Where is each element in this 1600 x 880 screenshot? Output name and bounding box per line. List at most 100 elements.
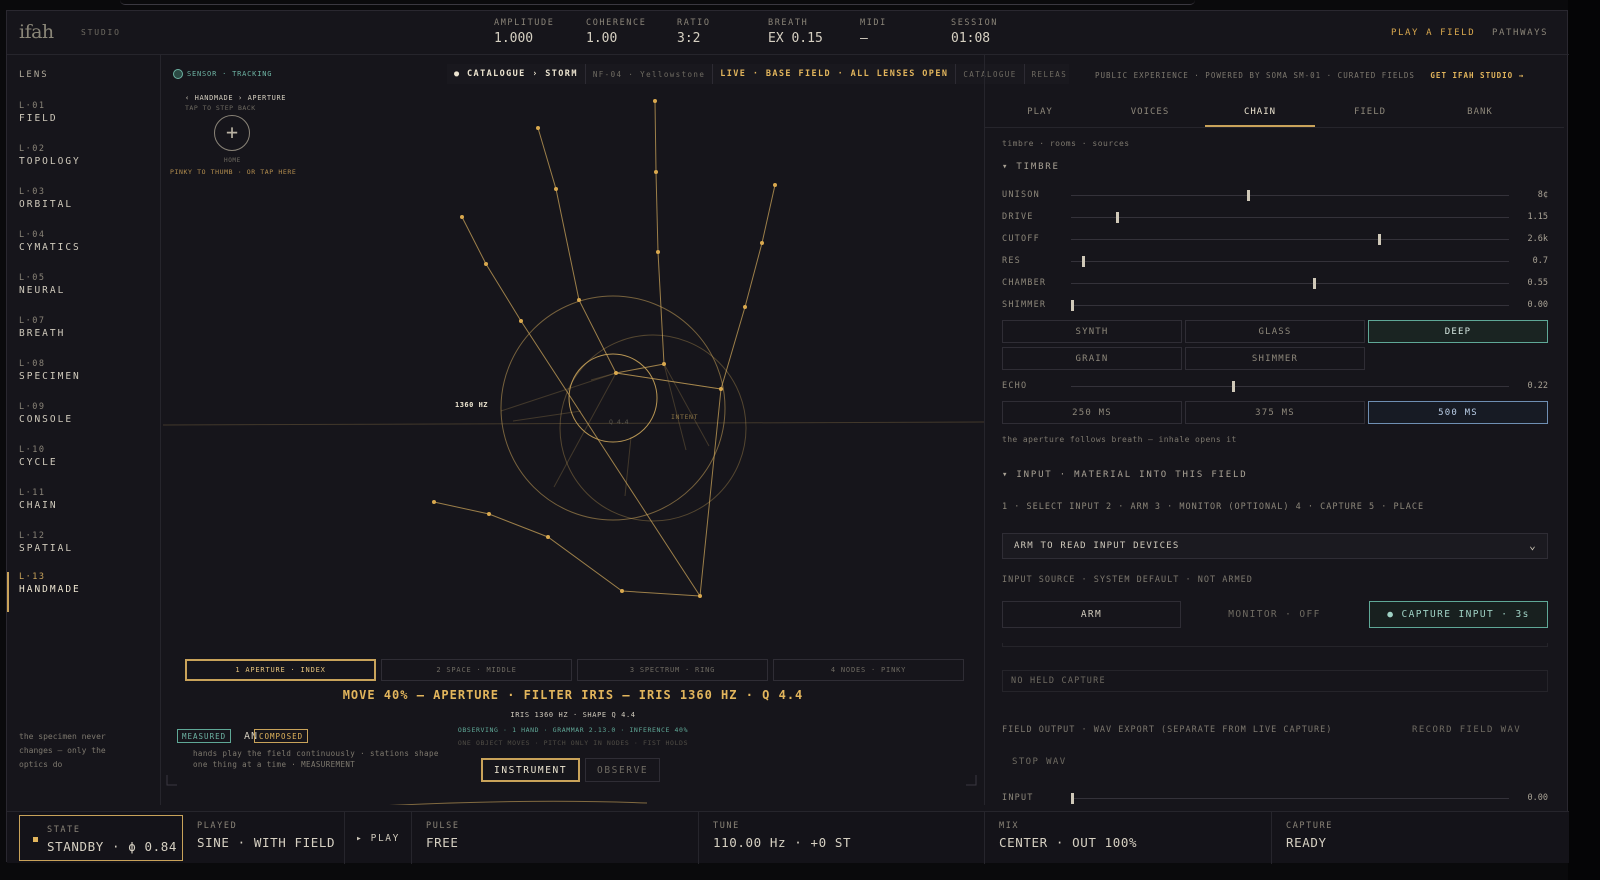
tune-cell[interactable]: TUNE 110.00 Hz · +0 ST — [699, 812, 985, 864]
mode-tab-aperture[interactable]: 1 APERTURE · INDEX — [185, 659, 376, 681]
slider-track[interactable] — [1071, 278, 1509, 289]
slider-track[interactable] — [1071, 234, 1509, 245]
lens-item-chain[interactable]: L·11 CHAIN — [7, 488, 161, 528]
slider-thumb[interactable] — [1231, 381, 1235, 392]
lens-item-breath[interactable]: L·07 BREATH — [7, 316, 161, 356]
input-heading[interactable]: ▾ INPUT · MATERIAL INTO THIS FIELD — [1002, 470, 1247, 480]
record-wav-button[interactable]: RECORD FIELD WAV — [1412, 725, 1521, 735]
composed-badge[interactable]: COMPOSED — [254, 729, 309, 743]
slider-unison[interactable]: UNISON 8¢ — [1002, 189, 1548, 203]
tab-field[interactable]: FIELD — [1315, 101, 1425, 127]
metric-value: 1.000 — [494, 31, 534, 46]
slider-label: INPUT — [1002, 793, 1034, 803]
measured-badge[interactable]: MEASURED — [177, 729, 232, 743]
lens-item-orbital[interactable]: L·03 ORBITAL — [7, 187, 161, 227]
observe-button[interactable]: OBSERVE — [585, 758, 661, 782]
mode-tab-space[interactable]: 2 SPACE · MIDDLE — [381, 659, 572, 681]
lens-item-neural[interactable]: L·05 NEURAL — [7, 273, 161, 313]
aperture-note: the aperture follows breath — inhale ope… — [1002, 435, 1237, 444]
slider-cutoff[interactable]: CUTOFF 2.6k — [1002, 233, 1548, 247]
lens-item-handmade[interactable]: L·13 HANDMADE — [7, 572, 161, 612]
mode-tab-nodes[interactable]: 4 NODES · PINKY — [773, 659, 964, 681]
slider-shimmer[interactable]: SHIMMER 0.00 — [1002, 299, 1548, 313]
metric-breath: BREATH EX 0.15 — [768, 18, 823, 46]
breadcrumb[interactable]: ‹ HANDMADE › APERTURE — [185, 94, 286, 102]
pinky-hint[interactable]: PINKY TO THUMB · OR TAP HERE — [170, 168, 296, 176]
slider-thumb[interactable] — [1247, 190, 1251, 201]
slider-track[interactable] — [1071, 381, 1509, 392]
slider-track[interactable] — [1071, 793, 1509, 804]
slider-res[interactable]: RES 0.7 — [1002, 255, 1548, 269]
slider-thumb[interactable] — [1071, 300, 1074, 311]
lens-item-field[interactable]: L·01 FIELD — [7, 101, 161, 141]
slider-track[interactable] — [1071, 212, 1509, 223]
level-meter — [1002, 643, 1548, 647]
metric-label: BREATH — [768, 18, 809, 28]
tab-chain[interactable]: CHAIN — [1205, 101, 1315, 127]
echo-250[interactable]: 250 MS — [1002, 401, 1182, 424]
slider-label: RES — [1002, 256, 1021, 266]
mix-cell[interactable]: MIX CENTER · OUT 100% — [985, 812, 1272, 864]
slider-value: 2.6k — [1527, 234, 1548, 244]
slider-thumb[interactable] — [1116, 212, 1120, 223]
slider-track[interactable] — [1071, 256, 1509, 267]
voice-glass[interactable]: GLASS — [1185, 320, 1365, 343]
slider-label: UNISON — [1002, 190, 1040, 200]
slider-thumb[interactable] — [1081, 256, 1085, 267]
sensor-text: SENSOR · TRACKING — [187, 70, 273, 78]
pulse-cell[interactable]: PULSE FREE — [412, 812, 699, 864]
arm-select[interactable]: ARM TO READ INPUT DEVICES ⌄ — [1002, 533, 1548, 559]
catalogue-path[interactable]: ● CATALOGUE › STORM — [447, 64, 586, 84]
state-indicator-icon — [33, 837, 38, 842]
capture-cell[interactable]: CAPTURE READY — [1272, 812, 1569, 864]
slider-thumb[interactable] — [1313, 278, 1317, 289]
play-a-field-link[interactable]: PLAY A FIELD — [1391, 28, 1475, 38]
voice-synth[interactable]: SYNTH — [1002, 320, 1182, 343]
voice-shimmer[interactable]: SHIMMER — [1185, 347, 1365, 370]
slider-thumb[interactable] — [1378, 234, 1382, 245]
monitor-toggle[interactable]: MONITOR · OFF — [1185, 601, 1364, 628]
timbre-heading[interactable]: ▾ TIMBRE — [1002, 162, 1060, 172]
lens-item-cycle[interactable]: L·10 CYCLE — [7, 445, 161, 485]
lens-item-specimen[interactable]: L·08 SPECIMEN — [7, 359, 161, 399]
stop-wav-button[interactable]: STOP WAV — [1012, 757, 1067, 767]
echo-500[interactable]: 500 MS — [1368, 401, 1548, 424]
home-button[interactable]: + — [214, 115, 250, 151]
lens-item-topology[interactable]: L·02 TOPOLOGY — [7, 144, 161, 184]
voice-deep[interactable]: DEEP — [1368, 320, 1548, 343]
state-value: STANDBY · ϕ 0.84 — [47, 839, 178, 854]
slider-drive[interactable]: DRIVE 1.15 — [1002, 211, 1548, 225]
arm-button[interactable]: ARM — [1002, 601, 1181, 628]
lens-sidebar: LENS L·01 FIELD L·02 TOPOLOGY L·03 ORBIT… — [7, 55, 161, 805]
lens-item-console[interactable]: L·09 CONSOLE — [7, 402, 161, 442]
state-cell[interactable]: STATE STANDBY · ϕ 0.84 — [19, 815, 183, 861]
instrument-button[interactable]: INSTRUMENT — [481, 758, 581, 782]
slider-thumb[interactable] — [1071, 793, 1074, 804]
mode-tab-spectrum[interactable]: 3 SPECTRUM · RING — [577, 659, 768, 681]
slider-echo[interactable]: ECHO 0.22 — [1002, 380, 1548, 394]
slider-track[interactable] — [1071, 190, 1509, 201]
slider-track[interactable] — [1071, 300, 1509, 311]
metric-value: — — [860, 31, 868, 46]
slider-label: CHAMBER — [1002, 278, 1047, 288]
play-button[interactable]: ▸ PLAY — [345, 812, 412, 864]
pathways-link[interactable]: PATHWAYS — [1492, 28, 1548, 38]
tab-bank[interactable]: BANK — [1425, 101, 1535, 127]
lens-item-spatial[interactable]: L·12 SPATIAL — [7, 531, 161, 571]
capture-input-button[interactable]: ● CAPTURE INPUT · 3s — [1369, 601, 1548, 628]
sub-nav[interactable]: timbre · rooms · sources — [1002, 139, 1130, 148]
tab-play[interactable]: PLAY — [985, 101, 1095, 127]
lens-num: L·08 — [19, 359, 46, 369]
metric-value: 3:2 — [677, 31, 701, 46]
lens-item-cymatics[interactable]: L·04 CYMATICS — [7, 230, 161, 270]
pulse-value: FREE — [426, 835, 459, 850]
slider-input[interactable]: INPUT 0.00 — [1002, 792, 1548, 806]
slider-chamber[interactable]: CHAMBER 0.55 — [1002, 277, 1548, 291]
get-studio-link[interactable]: GET IFAH STUDIO → — [1430, 71, 1524, 80]
echo-375[interactable]: 375 MS — [1185, 401, 1365, 424]
public-experience-text: PUBLIC EXPERIENCE · POWERED BY SOMA SM-0… — [1095, 71, 1415, 80]
voice-grain[interactable]: GRAIN — [1002, 347, 1182, 370]
tab-voices[interactable]: VOICES — [1095, 101, 1205, 127]
lens-num: L·05 — [19, 273, 46, 283]
logo: ifah — [19, 21, 54, 43]
